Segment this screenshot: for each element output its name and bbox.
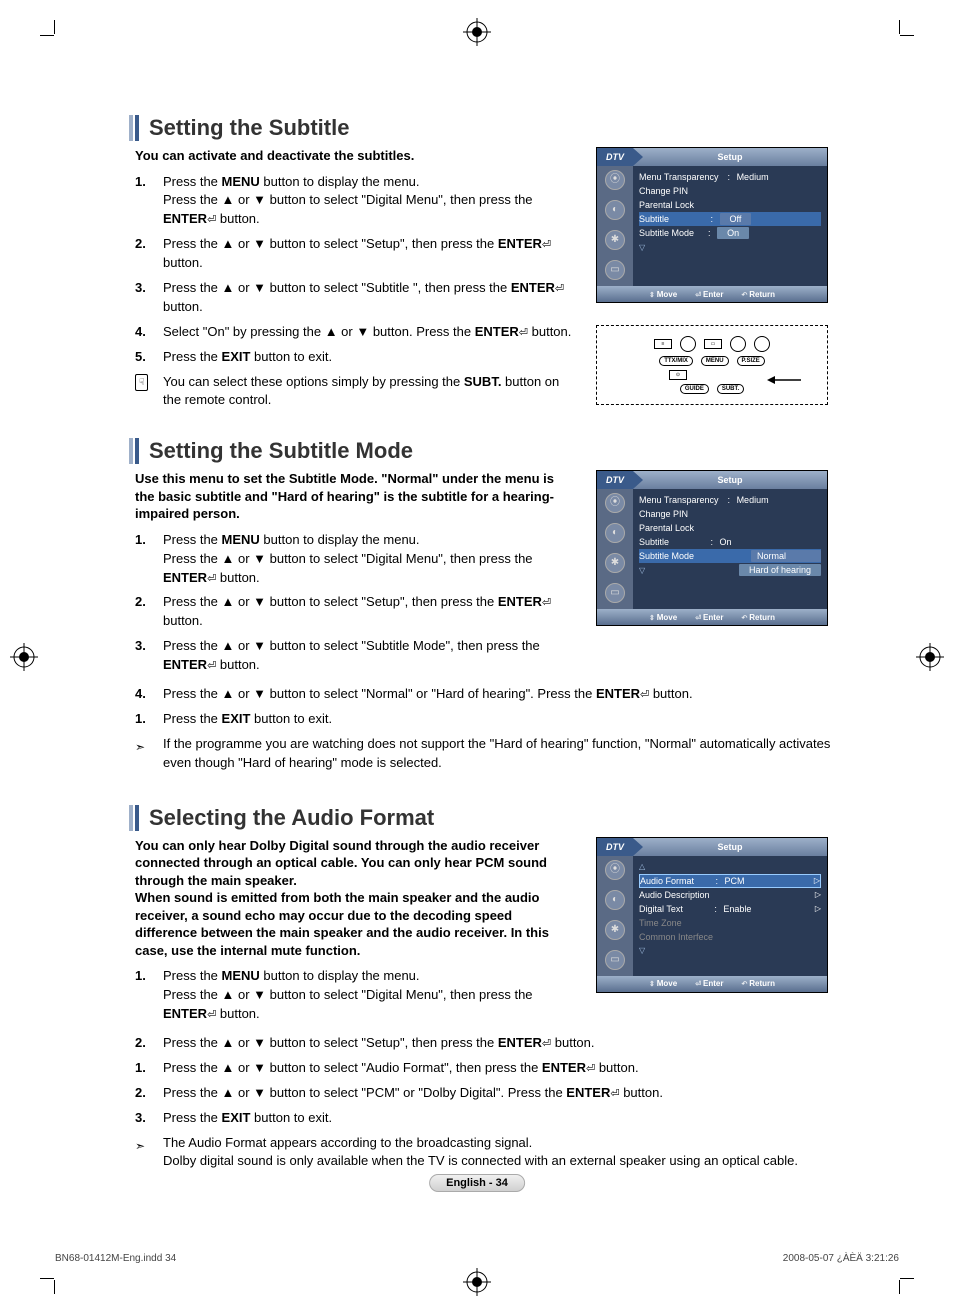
osd-sidebar-icon: ✱ [605, 920, 625, 940]
osd-sidebar-icon: ◐ [605, 890, 625, 910]
step-3: Press the ▲ or ▼ button to select "Audio… [135, 1059, 831, 1078]
section-title-subtitle: Setting the Subtitle [135, 115, 831, 141]
crop-mark [54, 20, 55, 34]
triangle-right-icon: ▷ [815, 904, 821, 913]
remote-ttx-button: TTX/MIX [659, 356, 693, 366]
crop-mark [54, 1280, 55, 1294]
remote-diagram: ≡ ▭ TTX/MIX MENU P.SIZE ⊙ [596, 325, 828, 405]
triangle-up-icon: △ [639, 862, 645, 871]
footer-timestamp: 2008-05-07 ¿ÀÈÄ 3:21:26 [783, 1253, 899, 1264]
note-arrow: ➣ If the programme you are watching does… [135, 735, 831, 773]
registration-mark-icon [10, 643, 38, 671]
triangle-down-icon: ▽ [639, 566, 645, 575]
step-3: Press the ▲ or ▼ button to select "Subti… [135, 279, 576, 317]
crop-mark [40, 35, 54, 36]
osd-setup-subtitle-mode: DTV Setup ⦿ ◐ ✱ ▭ Menu Transparency : Me… [596, 470, 828, 626]
registration-mark-icon [916, 643, 944, 671]
section-title-audio-format: Selecting the Audio Format [135, 805, 831, 831]
osd-row-subtitle: Subtitle : Off [639, 212, 821, 226]
triangle-down-icon: ▽ [639, 946, 645, 955]
remote-circle-button [730, 336, 746, 352]
step-2: Press the ▲ or ▼ button to select "Setup… [135, 1034, 831, 1053]
osd-sidebar-icon: ◐ [605, 200, 625, 220]
triangle-down-icon: ▽ [639, 243, 645, 252]
step-1: Press the MENU button to display the men… [135, 531, 576, 588]
osd-hint-return: Return [741, 290, 775, 299]
step-5: Press the EXIT button to exit. [135, 1109, 831, 1128]
osd-dtv-badge: DTV [597, 148, 633, 166]
osd-sidebar-icon: ⦿ [605, 493, 625, 513]
footer-filename: BN68-01412M-Eng.indd 34 [55, 1253, 176, 1264]
remote-menu-button: MENU [701, 356, 729, 366]
osd-row-subtitle-mode: Subtitle Mode Normal [639, 549, 821, 563]
osd-sidebar-icon: ⦿ [605, 170, 625, 190]
crop-mark [899, 20, 900, 34]
osd-sidebar-icon: ✱ [605, 553, 625, 573]
osd-row-audio-format: Audio Format : PCM▷ [639, 874, 821, 888]
osd-sidebar-icon: ◐ [605, 523, 625, 543]
osd-setup-audio: DTV Setup ⦿ ◐ ✱ ▭ △ Audio [596, 837, 828, 993]
step-1: Press the MENU button to display the men… [135, 967, 576, 1024]
crop-mark [900, 1278, 914, 1279]
osd-sidebar-icon: ▭ [605, 260, 625, 280]
triangle-right-icon: ▷ [814, 876, 820, 885]
remote-misc-icon: ⊙ [669, 370, 687, 380]
step-2: Press the ▲ or ▼ button to select "Setup… [135, 593, 576, 631]
crop-mark [900, 35, 914, 36]
osd-hint-enter: Enter [695, 290, 723, 299]
section-intro: Use this menu to set the Subtitle Mode. … [135, 470, 565, 523]
crop-mark [40, 1278, 54, 1279]
osd-sidebar-icon: ▭ [605, 950, 625, 970]
note-arrow: ➣ The Audio Format appears according to … [135, 1134, 831, 1172]
section-intro: You can only hear Dolby Digital sound th… [135, 837, 565, 960]
page-number: English - 34 [429, 1174, 525, 1192]
osd-sidebar-icon: ✱ [605, 230, 625, 250]
callout-arrow-icon [767, 374, 801, 388]
osd-sidebar-icon: ⦿ [605, 860, 625, 880]
registration-mark-icon [463, 1268, 491, 1296]
step-4: Press the ▲ or ▼ button to select "PCM" … [135, 1084, 831, 1103]
remote-guide-button: GUIDE [680, 384, 709, 394]
note-shortcut: ☟ You can select these options simply by… [135, 373, 576, 411]
osd-hint-move: Move [649, 290, 677, 299]
osd-setup-subtitle: DTV Setup ⦿ ◐ ✱ ▭ Menu Transparency : Me… [596, 147, 828, 303]
section-title-subtitle-mode: Setting the Subtitle Mode [135, 438, 831, 464]
remote-subt-button: SUBT. [717, 384, 744, 394]
step-5: Press the EXIT button to exit. [135, 348, 576, 367]
step-2: Press the ▲ or ▼ button to select "Setup… [135, 235, 576, 273]
remote-misc-icon: ≡ [654, 339, 672, 349]
osd-title: Setup [633, 148, 827, 166]
remote-circle-button [754, 336, 770, 352]
step-5: Press the EXIT button to exit. [135, 710, 831, 729]
remote-psize-button: P.SIZE [737, 356, 765, 366]
osd-sidebar-icon: ▭ [605, 583, 625, 603]
step-4: Select "On" by pressing the ▲ or ▼ butto… [135, 323, 576, 342]
step-1: Press the MENU button to display the men… [135, 173, 576, 230]
remote-misc-icon: ▭ [704, 339, 722, 349]
crop-mark [899, 1280, 900, 1294]
section-intro: You can activate and deactivate the subt… [135, 147, 565, 165]
triangle-right-icon: ▷ [815, 890, 821, 899]
enter-icon: ⏎ [207, 214, 216, 226]
hand-icon: ☟ [135, 374, 148, 391]
step-3: Press the ▲ or ▼ button to select "Subti… [135, 637, 576, 675]
step-4: Press the ▲ or ▼ button to select "Norma… [135, 685, 831, 704]
registration-mark-icon [463, 18, 491, 46]
pointer-icon: ➣ [135, 1138, 145, 1155]
pointer-icon: ➣ [135, 739, 145, 756]
remote-circle-button [680, 336, 696, 352]
